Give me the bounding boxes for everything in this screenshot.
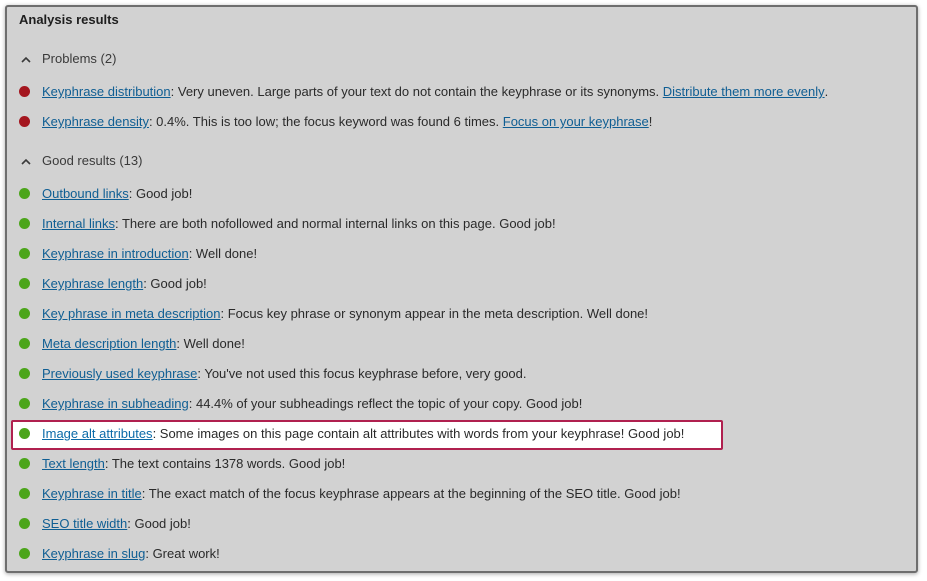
chevron-up-icon xyxy=(21,56,31,63)
result-item: Keyphrase in slug : Great work! xyxy=(19,546,220,561)
result-text: : Well done! xyxy=(188,246,258,261)
result-item: Keyphrase length : Good job! xyxy=(19,276,207,291)
result-link[interactable]: Keyphrase in title xyxy=(42,486,142,501)
good-bullet-icon xyxy=(19,218,30,229)
result-item: Keyphrase density : 0.4%. This is too lo… xyxy=(19,114,652,129)
result-text: : Well done! xyxy=(176,336,245,351)
result-item: Keyphrase in title : The exact match of … xyxy=(19,486,681,501)
result-link[interactable]: Previously used keyphrase xyxy=(42,366,197,381)
result-item: Keyphrase distribution : Very uneven. La… xyxy=(19,84,828,99)
good-bullet-icon xyxy=(19,368,30,379)
good-bullet-icon xyxy=(19,398,30,409)
panel-title: Analysis results xyxy=(19,12,119,27)
result-text: : Very uneven. Large parts of your text … xyxy=(170,84,663,99)
result-text: : The exact match of the focus keyphrase… xyxy=(141,486,681,501)
result-link[interactable]: Keyphrase distribution xyxy=(42,84,171,99)
result-item: Keyphrase in subheading : 44.4% of your … xyxy=(19,396,582,411)
result-text: : Great work! xyxy=(145,546,220,561)
result-link[interactable]: Keyphrase length xyxy=(42,276,143,291)
good-bullet-icon xyxy=(19,248,30,259)
result-tail: ! xyxy=(648,114,653,129)
result-item: Outbound links : Good job! xyxy=(19,186,192,201)
result-link[interactable]: SEO title width xyxy=(42,516,127,531)
good-results-section-toggle[interactable]: Good results (13) xyxy=(19,153,142,168)
problems-header-label: Problems (2) xyxy=(42,51,117,66)
result-item: Key phrase in meta description : Focus k… xyxy=(19,306,648,321)
problem-bullet-icon xyxy=(19,86,30,97)
result-item-highlighted: Image alt attributes : Some images on th… xyxy=(19,426,684,441)
result-link[interactable]: Meta description length xyxy=(42,336,176,351)
result-text: : The text contains 1378 words. Good job… xyxy=(104,456,346,471)
result-link[interactable]: Keyphrase in subheading xyxy=(42,396,189,411)
good-bullet-icon xyxy=(19,278,30,289)
result-link[interactable]: Image alt attributes xyxy=(42,426,153,441)
result-text: : Good job! xyxy=(127,516,191,531)
good-results-header-label: Good results (13) xyxy=(42,153,143,168)
result-link[interactable]: Keyphrase density xyxy=(42,114,149,129)
result-text: : 0.4%. This is too low; the focus keywo… xyxy=(148,114,503,129)
good-bullet-icon xyxy=(19,428,30,439)
result-action-link[interactable]: Focus on your keyphrase xyxy=(503,114,649,129)
result-link[interactable]: Keyphrase in introduction xyxy=(42,246,189,261)
good-bullet-icon xyxy=(19,488,30,499)
result-text: : You've not used this focus keyphrase b… xyxy=(197,366,527,381)
result-item: Previously used keyphrase : You've not u… xyxy=(19,366,527,381)
good-bullet-icon xyxy=(19,518,30,529)
good-bullet-icon xyxy=(19,338,30,349)
result-link[interactable]: Keyphrase in slug xyxy=(42,546,145,561)
result-item: Text length : The text contains 1378 wor… xyxy=(19,456,345,471)
result-item: SEO title width : Good job! xyxy=(19,516,191,531)
result-item: Keyphrase in introduction : Well done! xyxy=(19,246,257,261)
problem-bullet-icon xyxy=(19,116,30,127)
good-bullet-icon xyxy=(19,548,30,559)
problems-section-toggle[interactable]: Problems (2) xyxy=(19,51,116,66)
chevron-up-icon xyxy=(21,158,31,165)
result-link[interactable]: Text length xyxy=(42,456,105,471)
result-link[interactable]: Outbound links xyxy=(42,186,129,201)
result-text: : Focus key phrase or synonym appear in … xyxy=(220,306,649,321)
result-action-link[interactable]: Distribute them more evenly xyxy=(663,84,825,99)
result-link[interactable]: Key phrase in meta description xyxy=(42,306,220,321)
result-item: Internal links : There are both nofollow… xyxy=(19,216,556,231)
result-link[interactable]: Internal links xyxy=(42,216,115,231)
result-text: : There are both nofollowed and normal i… xyxy=(114,216,556,231)
result-text: : Some images on this page contain alt a… xyxy=(152,426,685,441)
analysis-results-panel: Analysis results Problems (2) Keyphrase … xyxy=(5,5,918,573)
result-text: : 44.4% of your subheadings reflect the … xyxy=(188,396,583,411)
good-bullet-icon xyxy=(19,308,30,319)
good-bullet-icon xyxy=(19,188,30,199)
result-text: : Good job! xyxy=(143,276,207,291)
good-bullet-icon xyxy=(19,458,30,469)
result-item: Meta description length : Well done! xyxy=(19,336,245,351)
result-tail: . xyxy=(824,84,829,99)
result-text: : Good job! xyxy=(128,186,193,201)
